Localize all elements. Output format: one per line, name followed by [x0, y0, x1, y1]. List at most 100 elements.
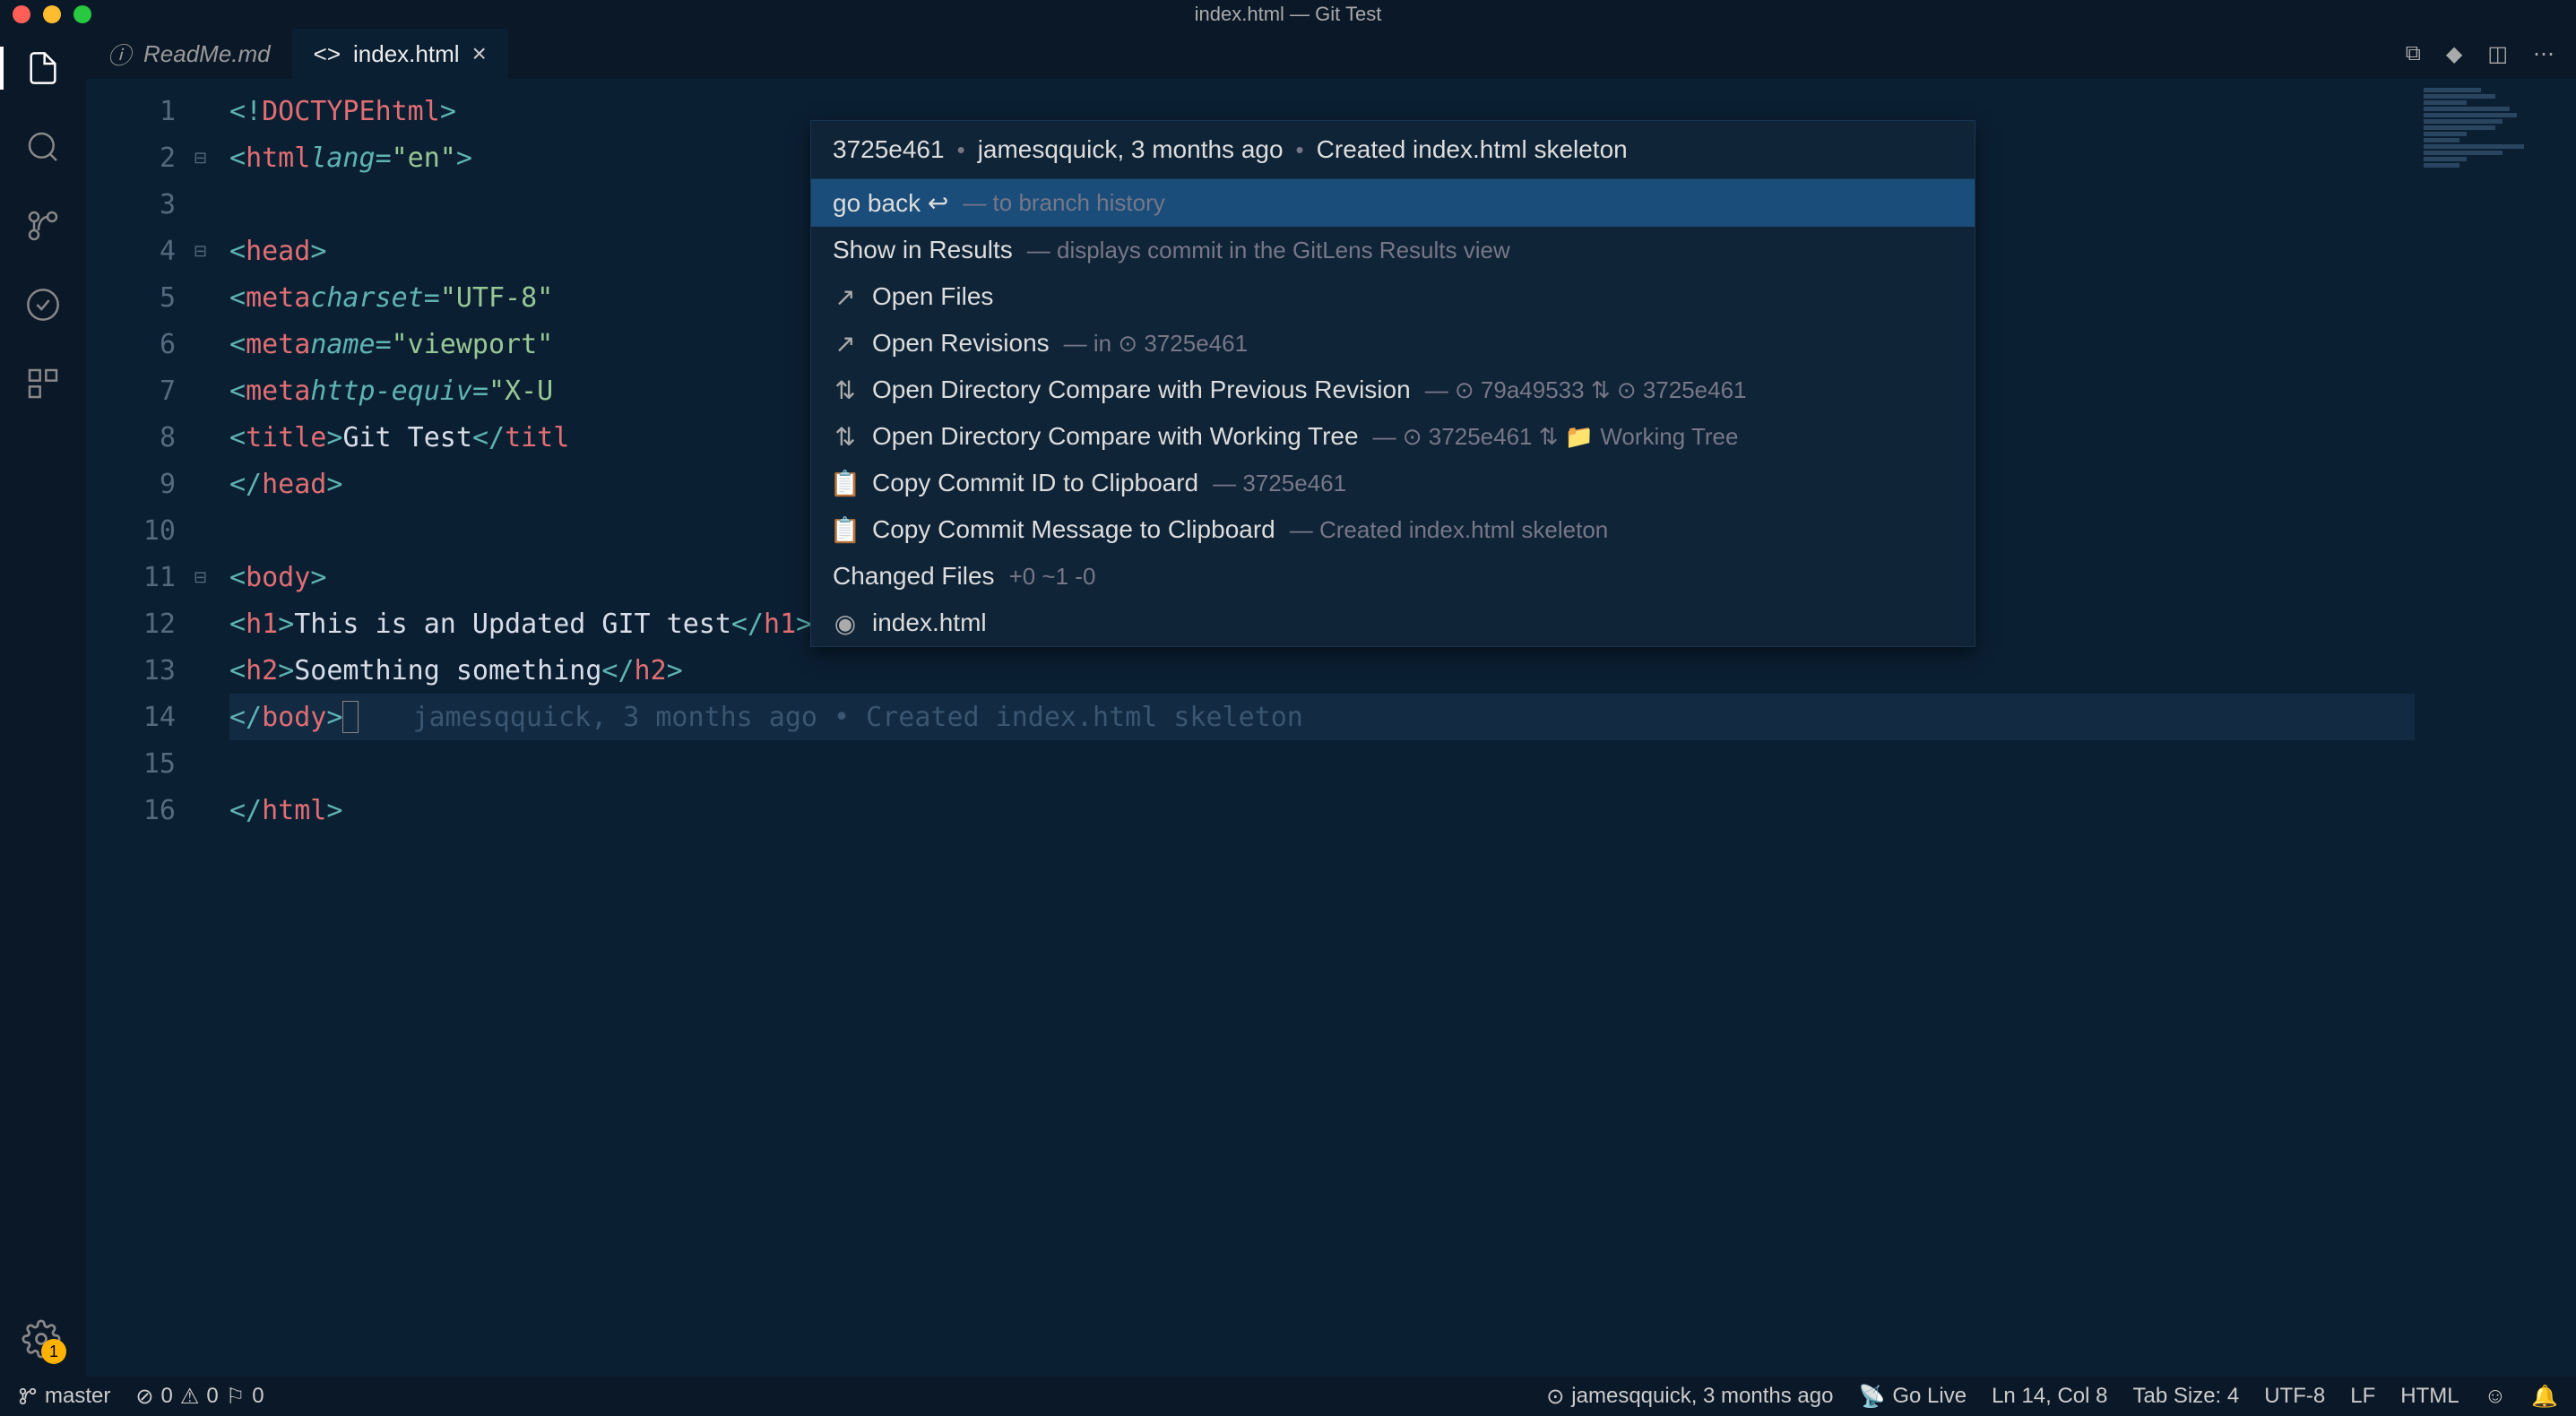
minimize-window-button[interactable]	[43, 5, 61, 23]
tab-bar: ⓘ ReadMe.md <> index.html × ⧉ ◆ ◫ ⋯	[86, 29, 2576, 79]
notifications-icon[interactable]: 🔔	[2531, 1384, 2558, 1410]
minimap[interactable]	[2415, 79, 2576, 1377]
quickpick-item[interactable]: go back ↩— to branch history	[811, 179, 1975, 227]
debug-icon[interactable]	[22, 283, 65, 326]
activity-bar: 1	[0, 29, 86, 1377]
line-number: 5	[86, 282, 194, 314]
item-icon: 📋	[833, 517, 858, 542]
titlebar: index.html — Git Test	[0, 0, 2576, 29]
fold-icon[interactable]: ⊟	[194, 568, 215, 587]
split-editor-icon[interactable]: ◫	[2487, 41, 2508, 67]
line-number: 15	[86, 748, 194, 780]
item-description: — ⊙ 79a49533 ⇅ ⊙ 3725e461	[1425, 376, 1747, 404]
item-description: — displays commit in the GitLens Results…	[1027, 237, 1510, 264]
problems-indicator[interactable]: ⊘0 ⚠0 ⚐0	[135, 1384, 264, 1410]
tab-size[interactable]: Tab Size: 4	[2133, 1384, 2240, 1409]
status-bar: master ⊘0 ⚠0 ⚐0 ⊙ jamesqquick, 3 months …	[0, 1377, 2576, 1416]
commit-author: jamesqquick, 3 months ago	[978, 135, 1284, 164]
fold-icon[interactable]: ⊟	[194, 242, 215, 261]
quickpick-item[interactable]: Changed Files +0 ~1 -0	[811, 553, 1975, 600]
quickpick-item[interactable]: ◉ index.html	[811, 600, 1975, 646]
item-label: Show in Results	[833, 236, 1013, 264]
item-label: index.html	[872, 609, 987, 637]
tab-index-html[interactable]: <> index.html ×	[292, 29, 508, 79]
encoding[interactable]: UTF-8	[2264, 1384, 2325, 1409]
branch-name: master	[45, 1384, 110, 1409]
item-description: — in ⊙ 3725e461	[1064, 330, 1248, 358]
item-icon: ↗	[833, 284, 858, 309]
code-line[interactable]	[229, 740, 2415, 787]
code-line[interactable]: </html>	[229, 787, 2415, 833]
line-number: 16	[86, 795, 194, 826]
quickpick-item[interactable]: ⇅Open Directory Compare with Working Tre…	[811, 413, 1975, 460]
line-number: 10	[86, 515, 194, 547]
gitlens-icon[interactable]: ◆	[2446, 41, 2462, 67]
quickpick-item[interactable]: Show in Results — displays commit in the …	[811, 227, 1975, 273]
explorer-icon[interactable]	[22, 47, 65, 90]
settings-badge: 1	[41, 1339, 66, 1364]
item-icon: ↗	[833, 331, 858, 356]
item-label: Changed Files	[833, 562, 995, 591]
quickpick-item[interactable]: ↗Open Files	[811, 273, 1975, 320]
tab-label: index.html	[353, 40, 460, 68]
line-number: 4	[86, 236, 194, 267]
line-number: 3	[86, 189, 194, 220]
line-number: 2	[86, 142, 194, 174]
window-title: index.html — Git Test	[1195, 3, 1382, 26]
info-icon: ⓘ	[108, 38, 131, 71]
item-description: — 3725e461	[1213, 470, 1346, 497]
item-label: Open Directory Compare with Previous Rev…	[872, 376, 1411, 404]
compare-icon[interactable]: ⧉	[2406, 41, 2421, 66]
quickpick-item[interactable]: ⇅ Open Directory Compare with Previous Re…	[811, 367, 1975, 413]
item-label: Open Revisions	[872, 329, 1050, 358]
conflict-icon: ⚐	[226, 1384, 246, 1410]
commit-hash: 3725e461	[833, 135, 945, 164]
blame-status[interactable]: ⊙ jamesqquick, 3 months ago	[1546, 1384, 1833, 1410]
gutter: 12⊟34⊟567891011⊟1213141516	[86, 79, 229, 1377]
tab-readme[interactable]: ⓘ ReadMe.md	[86, 29, 292, 79]
broadcast-icon: 📡	[1858, 1384, 1885, 1410]
item-label: go back ↩	[833, 188, 948, 218]
line-number: 9	[86, 469, 194, 500]
quickpick-header: 3725e461 • jamesqquick, 3 months ago • C…	[811, 121, 1975, 179]
line-number: 13	[86, 655, 194, 686]
quickpick-item[interactable]: 📋 Copy Commit Message to Clipboard — Creat…	[811, 506, 1975, 553]
quickpick-item[interactable]: 📋Copy Commit ID to Clipboard— 3725e461	[811, 460, 1975, 506]
item-icon: ⇅	[833, 377, 858, 402]
line-number: 7	[86, 376, 194, 407]
eol[interactable]: LF	[2350, 1384, 2375, 1409]
line-number: 6	[86, 329, 194, 360]
warning-icon: ⚠	[180, 1384, 200, 1410]
feedback-icon[interactable]: ☺	[2485, 1384, 2507, 1409]
line-number: 14	[86, 702, 194, 733]
tab-label: ReadMe.md	[143, 40, 271, 68]
search-icon[interactable]	[22, 125, 65, 168]
settings-button[interactable]: 1	[22, 1319, 61, 1359]
language-mode[interactable]: HTML	[2400, 1384, 2459, 1409]
more-actions-icon[interactable]: ⋯	[2533, 41, 2554, 67]
gitlens-quickpick: 3725e461 • jamesqquick, 3 months ago • C…	[810, 120, 1975, 647]
code-line[interactable]: <h2>Soemthing something</h2>	[229, 647, 2415, 694]
cursor-position[interactable]: Ln 14, Col 8	[1992, 1384, 2107, 1409]
item-description: — Created index.html skeleton	[1290, 516, 1609, 544]
maximize-window-button[interactable]	[73, 5, 91, 23]
go-live-button[interactable]: 📡 Go Live	[1858, 1384, 1967, 1410]
item-description: — ⊙ 3725e461 ⇅ 📁 Working Tree	[1373, 423, 1739, 451]
line-number: 8	[86, 422, 194, 453]
item-label: Copy Commit ID to Clipboard	[872, 469, 1198, 497]
item-label: Copy Commit Message to Clipboard	[872, 515, 1275, 544]
code-line[interactable]: </body>jamesqquick, 3 months ago • Creat…	[229, 694, 2415, 740]
line-number: 12	[86, 609, 194, 640]
close-tab-icon[interactable]: ×	[472, 39, 487, 68]
source-control-icon[interactable]	[22, 204, 65, 247]
branch-indicator[interactable]: master	[18, 1384, 110, 1409]
commit-icon: ⊙	[1546, 1384, 1564, 1410]
item-description: +0 ~1 -0	[1009, 563, 1096, 591]
close-window-button[interactable]	[13, 5, 30, 23]
extensions-icon[interactable]	[22, 362, 65, 405]
line-number: 11	[86, 562, 194, 593]
item-icon: ⇅	[833, 424, 858, 449]
fold-icon[interactable]: ⊟	[194, 149, 215, 168]
editor-body[interactable]: 12⊟34⊟567891011⊟1213141516 <!DOCTYPE htm…	[86, 79, 2576, 1377]
quickpick-item[interactable]: ↗ Open Revisions — in ⊙ 3725e461	[811, 320, 1975, 367]
